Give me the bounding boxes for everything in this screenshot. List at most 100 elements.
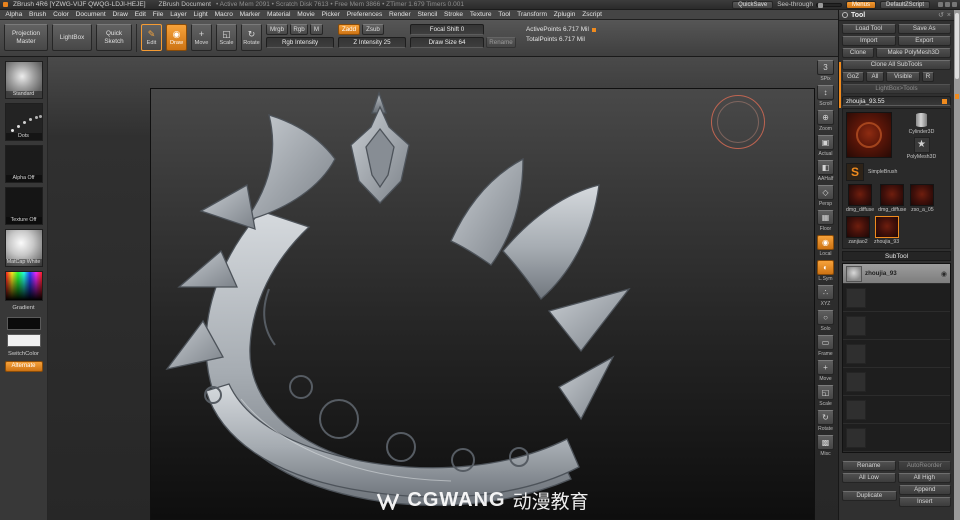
clone-all-subtools-button[interactable]: Clone All SubTools xyxy=(842,60,951,70)
current-brush-thumbnail[interactable]: Standard xyxy=(4,61,43,99)
see-through-slider[interactable] xyxy=(815,2,842,8)
menu-stroke[interactable]: Stroke xyxy=(441,11,467,18)
focal-shift-slider[interactable]: Focal Shift 0 xyxy=(410,24,484,35)
menu-picker[interactable]: Picker xyxy=(318,11,343,18)
current-alpha-thumbnail[interactable]: Alpha Off xyxy=(4,145,43,183)
current-stroke-thumbnail[interactable]: Dots xyxy=(4,103,43,141)
menu-movie[interactable]: Movie xyxy=(294,11,318,18)
menu-zscript[interactable]: Zscript xyxy=(579,11,606,18)
active-tool-thumbnail[interactable] xyxy=(846,112,892,158)
panel-scrollbar[interactable] xyxy=(954,10,960,520)
tool-panel-header[interactable]: Tool ↺ × xyxy=(839,10,954,21)
floor-button[interactable]: ▦ xyxy=(817,210,834,225)
menu-color[interactable]: Color xyxy=(50,11,73,18)
menus-toggle[interactable]: Menus xyxy=(845,0,876,9)
menu-texture[interactable]: Texture xyxy=(466,11,494,18)
menu-transform[interactable]: Transform xyxy=(514,11,551,18)
subtool-item[interactable] xyxy=(843,368,950,396)
scale-button[interactable]: ◱ xyxy=(817,385,834,400)
menu-light[interactable]: Light xyxy=(190,11,211,18)
save-as-button[interactable]: Save As xyxy=(897,24,951,34)
append-button[interactable]: Append xyxy=(898,485,951,495)
all-low-button[interactable]: All Low xyxy=(842,473,896,483)
zadd-button[interactable]: Zadd xyxy=(338,24,360,35)
duplicate-button[interactable]: Duplicate xyxy=(842,491,897,501)
tool-thumbnail[interactable] xyxy=(910,184,935,206)
goz-button[interactable]: GoZ xyxy=(842,72,864,82)
rgb-button[interactable]: Rgb xyxy=(290,24,308,35)
menu-edit[interactable]: Edit xyxy=(131,11,149,18)
export-button[interactable]: Export xyxy=(897,36,951,46)
actual-size-button[interactable]: ▣ xyxy=(817,135,834,150)
simplebrush-thumbnail[interactable]: S xyxy=(846,163,864,181)
goz-r-button[interactable]: R xyxy=(922,72,934,82)
visibility-eye-icon[interactable]: ◉ xyxy=(941,270,947,278)
tool-thumbnail[interactable] xyxy=(848,184,873,206)
lsym-button[interactable]: ◐ xyxy=(817,260,834,275)
draw-mode-button[interactable]: ◉ Draw xyxy=(166,24,187,51)
menu-material[interactable]: Material xyxy=(264,11,294,18)
goz-visible-button[interactable]: Visible xyxy=(886,72,920,82)
frame-button[interactable]: ▭ xyxy=(817,335,834,350)
local-button[interactable]: ◉ xyxy=(817,235,834,250)
menu-brush[interactable]: Brush xyxy=(26,11,50,18)
switchcolor-button[interactable]: SwitchColor xyxy=(8,351,39,357)
subtool-section-header[interactable]: SubTool xyxy=(842,251,951,261)
color-picker[interactable] xyxy=(4,271,43,301)
window-controls[interactable] xyxy=(938,2,957,7)
sculpt-model[interactable] xyxy=(151,89,815,520)
menu-document[interactable]: Document xyxy=(72,11,109,18)
menu-marker[interactable]: Marker xyxy=(236,11,263,18)
subtool-item[interactable] xyxy=(843,312,950,340)
selected-tool-thumbnail[interactable] xyxy=(874,216,899,238)
cylinder3d-thumbnail[interactable] xyxy=(915,112,928,128)
make-polymesh3d-button[interactable]: Make PolyMesh3D xyxy=(876,48,951,58)
minimize-icon[interactable] xyxy=(938,2,943,7)
scrollbar-thumb[interactable] xyxy=(955,13,959,79)
menu-macro[interactable]: Macro xyxy=(211,11,236,18)
rotate-mode-button[interactable]: ↻ Rotate xyxy=(241,24,262,51)
see-through-control[interactable]: See-through xyxy=(777,1,842,8)
restore-icon[interactable]: ↺ xyxy=(938,11,944,20)
subtool-item[interactable] xyxy=(843,284,950,312)
subtool-item[interactable] xyxy=(843,396,950,424)
z-intensity-slider[interactable]: Z Intensity 25 xyxy=(338,37,406,48)
current-texture-thumbnail[interactable]: Texture Off xyxy=(4,187,43,225)
default-zscript-button[interactable]: DefaultZScript xyxy=(879,0,930,9)
menu-stencil[interactable]: Stencil xyxy=(414,11,441,18)
move-mode-button[interactable]: + Move xyxy=(191,24,212,51)
persp-button[interactable]: ◇ xyxy=(817,185,834,200)
import-button[interactable]: Import xyxy=(842,36,896,46)
goz-all-button[interactable]: All xyxy=(866,72,884,82)
tool-thumbnail[interactable] xyxy=(846,216,870,238)
edit-mode-button[interactable]: ✎ Edit xyxy=(141,24,162,51)
projection-master-button[interactable]: Projection Master xyxy=(4,24,48,51)
xyz-button[interactable]: ∴ xyxy=(817,285,834,300)
panel-close-icon[interactable]: × xyxy=(947,11,951,20)
solo-button[interactable]: ○ xyxy=(817,310,834,325)
menu-alpha[interactable]: Alpha xyxy=(2,11,26,18)
subtool-item-selected[interactable]: zhoujia_93 ◉ xyxy=(843,264,950,284)
subtool-rename-button[interactable]: Rename xyxy=(842,461,896,471)
autoreorder-button[interactable]: AutoReorder xyxy=(897,461,951,471)
see-through-thumb[interactable] xyxy=(817,2,823,8)
load-tool-button[interactable]: Load Tool xyxy=(842,24,896,34)
menu-preferences[interactable]: Preferences xyxy=(343,11,385,18)
quick-sketch-button[interactable]: Quick Sketch xyxy=(96,24,132,51)
scale-mode-button[interactable]: ◱ Scale xyxy=(216,24,237,51)
lightbox-button[interactable]: LightBox xyxy=(52,24,92,51)
menu-render[interactable]: Render xyxy=(386,11,414,18)
polymesh3d-thumbnail[interactable]: ★ xyxy=(913,137,930,153)
quicksave-button[interactable]: QuickSave xyxy=(732,0,774,9)
rename-button[interactable]: Rename xyxy=(486,37,516,48)
lightbox-tools-button[interactable]: LightBox>Tools xyxy=(842,84,951,94)
rgb-intensity-slider[interactable]: Rgb Intensity xyxy=(266,37,334,48)
menu-file[interactable]: File xyxy=(149,11,166,18)
draw-size-slider[interactable]: Draw Size 64 xyxy=(410,37,484,48)
subtool-item[interactable] xyxy=(843,424,950,452)
scroll-button[interactable]: ↕ xyxy=(817,85,834,100)
menu-tool[interactable]: Tool xyxy=(495,11,514,18)
menu-draw[interactable]: Draw xyxy=(109,11,131,18)
subtool-item[interactable] xyxy=(843,340,950,368)
maximize-icon[interactable] xyxy=(945,2,950,7)
